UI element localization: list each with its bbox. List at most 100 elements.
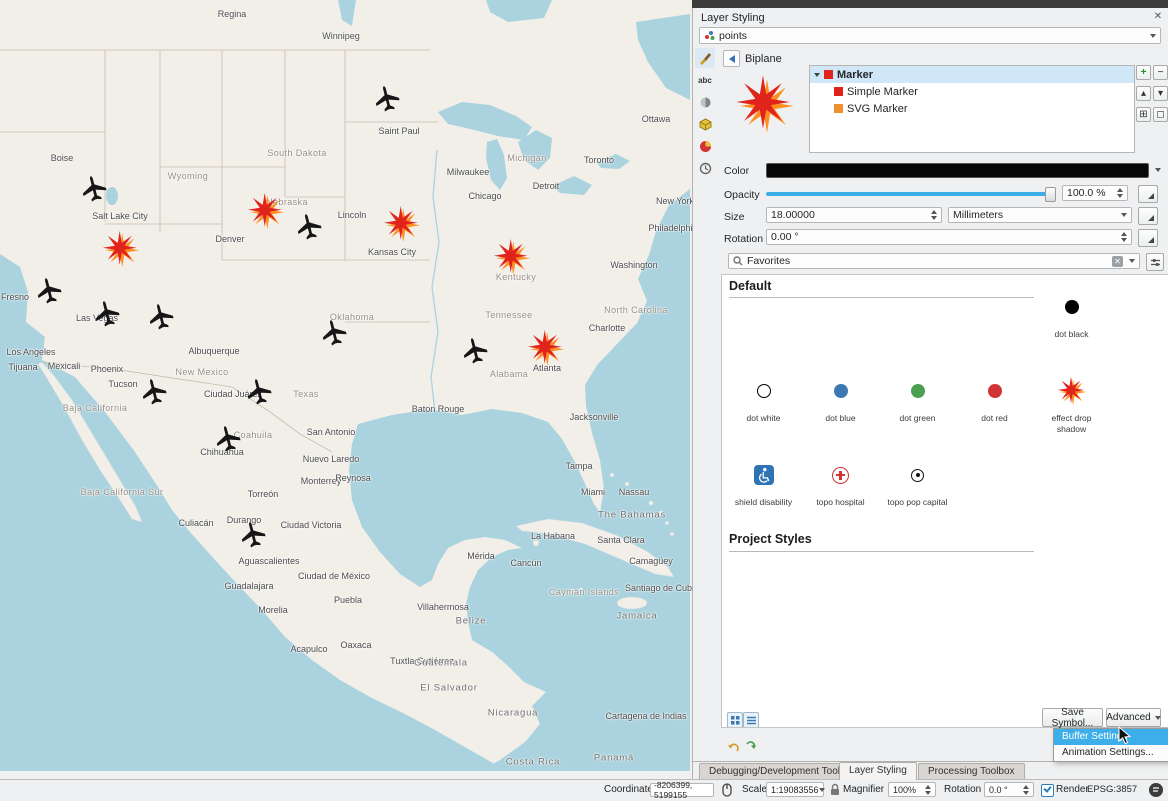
size-unit-combo[interactable]: Millimeters [948,207,1132,223]
pie-chart-icon [699,140,712,153]
symbol-tree-row-marker[interactable]: Marker [810,66,1134,83]
crs-indicator[interactable]: EPSG:3857 [1087,784,1137,795]
move-up-button[interactable]: ▴ [1136,86,1151,101]
duplicate-layer-button[interactable]: ⊞ [1136,107,1151,122]
icon-view-toggle[interactable] [727,712,743,728]
style-manager-button[interactable] [1146,253,1164,271]
map-point-marker [294,212,324,242]
tab-debugging-development-tools[interactable]: Debugging/Development Tools [699,763,855,780]
style-symbol-item[interactable]: effect drop shadow [1033,371,1110,455]
opacity-slider[interactable] [766,187,1056,200]
tab-processing-toolbox[interactable]: Processing Toolbox [918,763,1025,780]
style-symbol-item[interactable]: dot blue [802,371,879,455]
symbol-shape [1065,300,1079,314]
save-symbol-button[interactable]: Save Symbol... [1042,708,1103,727]
grid-view-icon [731,716,740,725]
symbol-icon [879,371,956,411]
map-point-marker [460,336,490,366]
section-rule [729,551,1034,552]
opacity-spinbox[interactable]: 100.0 % [1062,185,1128,201]
advanced-button[interactable]: Advanced [1106,708,1161,727]
chevron-down-icon [819,788,825,792]
spin-arrows[interactable] [925,785,931,795]
collapse-symbol-button[interactable] [723,50,740,67]
symbol-tree-row-simple-marker[interactable]: Simple Marker [810,83,1134,100]
symbol-icon [1033,287,1110,327]
symbol-shape [757,384,771,398]
labels-tab[interactable]: abc [695,70,715,90]
data-defined-override-button[interactable] [1138,185,1158,203]
list-view-toggle[interactable] [743,712,759,728]
expander-icon[interactable] [814,73,820,77]
map-canvas[interactable]: ReginaWinnipegSaint PaulOttawaTorontoDet… [0,0,692,771]
style-symbol-item[interactable]: dot red [956,371,1033,455]
spin-arrows[interactable] [1117,188,1123,198]
layer-selector[interactable]: points [699,27,1161,44]
move-down-button[interactable]: ▾ [1153,86,1168,101]
masks-tab[interactable] [695,92,715,112]
rotation-status-spinbox[interactable]: 0.0 ° [984,782,1034,797]
symbology-tab[interactable] [695,48,715,68]
remove-symbol-layer-button[interactable]: − [1153,65,1168,80]
color-dropdown-arrow[interactable] [1150,163,1161,176]
spin-arrows[interactable] [1121,232,1127,242]
biplane-marker-icon [31,273,67,309]
render-checkbox[interactable] [1041,784,1054,797]
messages-icon[interactable] [1148,782,1164,798]
add-symbol-layer-button[interactable]: + [1136,65,1151,80]
biplane-marker-icon [316,315,352,351]
map-point-marker [247,192,285,230]
symbol-label: shield disability [725,495,802,508]
biplane-marker-icon [143,299,179,335]
symbol-shape [988,384,1002,398]
undo-button[interactable] [726,740,741,755]
mouse-position-icon[interactable] [720,783,734,797]
symbol-icon [725,371,802,411]
map-point-marker [34,276,64,306]
rotation-spinbox[interactable]: 0.00 ° [766,229,1132,245]
map-point-marker [139,377,169,407]
scale-combo[interactable]: 1:19083556 [766,782,824,797]
map-point-marker [372,84,402,114]
diagrams-tab[interactable] [695,136,715,156]
magnifier-spinbox[interactable]: 100% [888,782,936,797]
coordinate-value-box[interactable]: -8206399, 5199155 [650,783,714,797]
close-icon[interactable]: ✕ [1151,10,1165,24]
biplane-marker-icon [457,333,493,369]
clear-search-icon[interactable]: ✕ [1112,256,1123,267]
menu-item-buffer-settings[interactable]: Buffer Settings [1054,729,1168,745]
history-tab[interactable] [695,158,715,178]
spin-arrows[interactable] [931,210,937,220]
spin-arrows[interactable] [1023,785,1029,795]
wheelchair-icon [754,465,774,485]
mask-icon [699,96,712,109]
style-symbol-item[interactable]: shield disability [725,455,802,539]
style-symbol-item[interactable]: topo hospital [802,455,879,539]
style-symbol-item[interactable]: dot green [879,371,956,455]
style-symbol-item[interactable]: topo pop capital [879,455,956,539]
symbol-icon [1033,371,1110,411]
style-search-input[interactable]: Favorites ✕ [728,253,1140,269]
drop-shadow-marker-icon [102,230,140,268]
apply-button[interactable] [743,740,758,755]
style-symbol-item[interactable]: dot white [725,371,802,455]
l ock-icon[interactable] [829,783,841,797]
slider-handle[interactable] [1045,187,1056,202]
color-button[interactable] [766,163,1149,178]
undo-arrow-icon [727,741,740,754]
lock-colors-button[interactable]: ◻ [1153,107,1168,122]
data-defined-override-button[interactable] [1138,207,1158,225]
tab-layer-styling[interactable]: Layer Styling [839,762,917,780]
save-symbol-label: Save Symbol... [1049,707,1096,729]
layer-styling-panel: Layer Styling ✕ points abc Bi [692,8,1168,779]
data-defined-override-button[interactable] [1138,229,1158,247]
map-point-marker [383,205,421,243]
3d-view-tab[interactable] [695,114,715,134]
panel-tab-strip: abc [695,48,717,180]
style-symbol-item[interactable]: dot black [1033,287,1110,371]
menu-item-animation-settings[interactable]: Animation Settings... [1054,745,1168,761]
biplane-marker-icon [89,296,125,332]
symbol-tree-row-svg-marker[interactable]: SVG Marker [810,100,1134,117]
scale-value: 1:19083556 [771,785,819,795]
size-spinbox[interactable]: 18.00000 [766,207,942,223]
